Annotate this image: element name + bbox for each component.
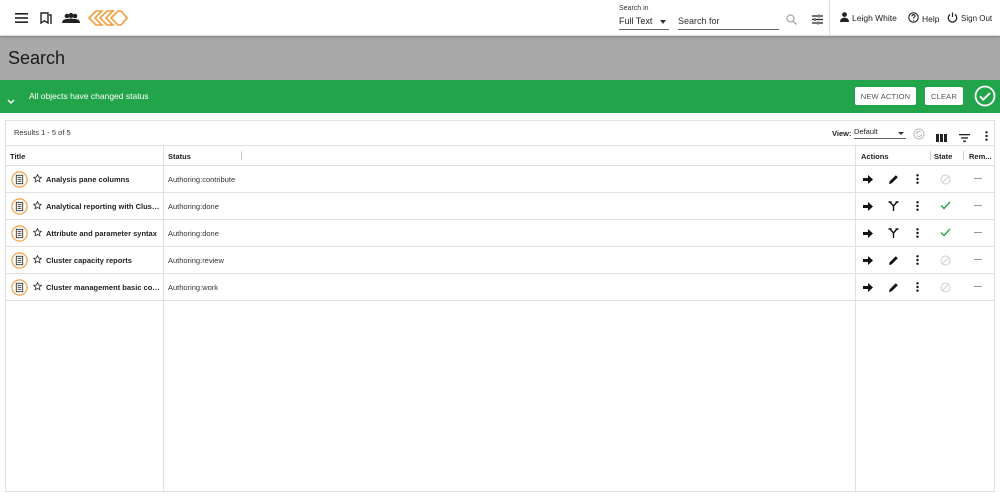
search-icon[interactable] [786,12,797,30]
row-title[interactable]: Cluster capacity reports [46,256,161,265]
status-banner: All objects have changed status NEW ACTI… [0,80,1000,113]
hamburger-menu-icon[interactable] [13,10,29,26]
column-divider[interactable] [241,151,242,160]
help-button[interactable]: Help [908,12,939,25]
new-action-button[interactable]: NEW ACTION [855,87,916,105]
disabled-icon [940,282,951,295]
table-row[interactable]: Cluster management basic com... Authorin… [6,274,994,301]
search-in-label: Search in [619,5,649,12]
document-icon[interactable] [11,252,28,271]
row-title[interactable]: Analytical reporting with Cluster... [46,202,161,211]
disabled-icon [940,174,951,187]
more-vert-icon[interactable] [985,128,988,146]
results-count: Results 1 - 5 of 5 [14,128,71,137]
row-status: Authoring:done [168,229,219,238]
arrow-right-icon[interactable] [863,202,873,213]
column-header-actions: Actions [861,152,889,161]
row-status: Authoring:review [168,256,224,265]
document-icon[interactable] [11,225,28,244]
disabled-icon [940,255,951,268]
search-options-icon[interactable] [812,12,823,30]
remove-dash-icon[interactable] [974,259,982,260]
arrow-right-icon[interactable] [863,175,873,186]
more-vert-icon[interactable] [916,174,919,186]
bookmarks-icon[interactable] [38,10,54,26]
star-icon[interactable] [32,254,43,266]
more-vert-icon[interactable] [916,201,919,213]
star-icon[interactable] [32,200,43,212]
title-band: Search [0,36,1000,80]
row-title[interactable]: Analysis pane columns [46,175,161,184]
pencil-icon[interactable] [888,255,899,268]
view-select[interactable]: Default [854,127,906,139]
chevron-down-icon [898,132,904,135]
more-vert-icon[interactable] [916,255,919,267]
row-status: Authoring:contribute [168,175,236,184]
refresh-icon[interactable] [913,127,925,145]
view-value: Default [854,127,878,136]
search-in-value: Full Text [619,16,653,26]
banner-message: All objects have changed status [29,91,149,101]
row-title[interactable]: Cluster management basic com... [46,283,161,292]
table-row[interactable]: Attribute and parameter syntax Authoring… [6,220,994,247]
row-status: Authoring:done [168,202,219,211]
remove-dash-icon[interactable] [974,178,982,179]
table-row[interactable]: Analytical reporting with Cluster... Aut… [6,193,994,220]
user-menu[interactable]: Leigh White [840,12,897,24]
results-panel: Results 1 - 5 of 5 View: Default Title S… [5,120,995,492]
groups-icon[interactable] [62,10,80,26]
chevron-down-icon [660,20,666,24]
remove-dash-icon[interactable] [974,286,982,287]
merge-icon[interactable] [888,201,899,214]
sign-out-button[interactable]: Sign Out [947,12,992,25]
document-icon[interactable] [11,171,28,190]
column-divider[interactable] [930,151,931,160]
remove-dash-icon[interactable] [974,232,982,233]
power-icon [947,12,958,25]
arrow-right-icon[interactable] [863,256,873,267]
column-header-status[interactable]: Status [168,152,191,161]
arrow-right-icon[interactable] [863,283,873,294]
column-divider[interactable] [963,151,964,160]
header-divider [829,0,830,36]
document-icon[interactable] [11,198,28,217]
document-icon[interactable] [11,279,28,298]
star-icon[interactable] [32,281,43,293]
help-label: Help [922,13,940,24]
pencil-icon[interactable] [888,282,899,295]
search-in-select[interactable]: Full Text [619,15,669,30]
help-icon [908,12,919,25]
star-icon[interactable] [32,173,43,185]
chevron-down-icon[interactable] [7,92,15,110]
clear-button[interactable]: CLEAR [925,87,963,105]
person-icon [840,12,849,24]
row-status: Authoring:work [168,283,219,292]
success-check-circle-icon [974,85,996,112]
column-header-title[interactable]: Title [10,152,25,161]
more-vert-icon[interactable] [916,282,919,294]
company-logo [87,9,129,32]
row-title[interactable]: Attribute and parameter syntax [46,229,161,238]
pencil-icon[interactable] [888,174,899,187]
search-input[interactable] [678,13,779,30]
table-row[interactable]: Cluster capacity reports Authoring:revie… [6,247,994,274]
sign-out-label: Sign Out [961,14,993,23]
table-row[interactable]: Analysis pane columns Authoring:contribu… [6,166,994,193]
top-bar: Search in Full Text Leigh White Help Sig… [0,0,1000,36]
more-vert-icon[interactable] [916,228,919,240]
remove-dash-icon[interactable] [974,205,982,206]
table-header: Title Status Actions State Rem... [6,145,994,166]
page-title: Search [8,48,66,68]
column-header-state[interactable]: State [934,152,952,161]
column-header-remove[interactable]: Rem... [969,152,992,161]
view-label: View: [832,129,852,138]
merge-icon[interactable] [888,228,899,241]
check-icon [940,201,951,212]
user-name: Leigh White [852,13,897,23]
star-icon[interactable] [32,227,43,239]
check-icon [940,228,951,239]
arrow-right-icon[interactable] [863,229,873,240]
